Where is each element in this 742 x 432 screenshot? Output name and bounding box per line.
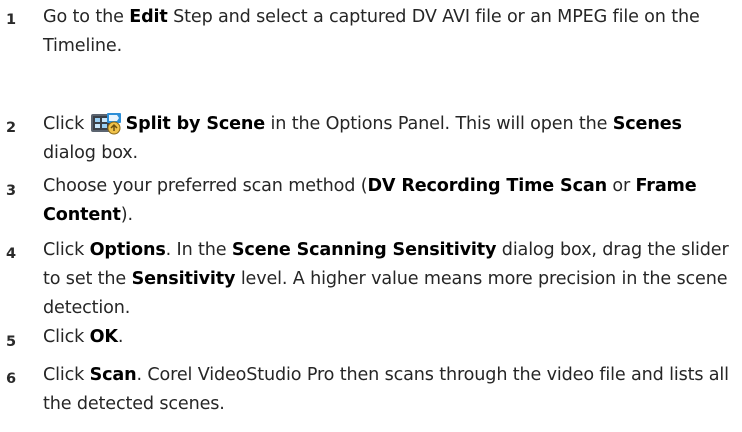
step-text: Click Split by Scene in the Options Pane… bbox=[43, 110, 733, 168]
step-number: 3 bbox=[6, 183, 17, 199]
sensitivity-label: Sensitivity bbox=[131, 269, 236, 289]
step-text: Click OK. bbox=[43, 327, 124, 347]
options-label: Options bbox=[89, 240, 166, 260]
split-by-scene-label: Split by Scene bbox=[125, 114, 266, 134]
step-text: Click Scan. Corel VideoStudio Pro then s… bbox=[43, 365, 729, 414]
step-number: 5 bbox=[6, 334, 17, 350]
step-number: 2 bbox=[6, 120, 17, 136]
edit-step-label: Edit bbox=[129, 7, 168, 27]
scene-scanning-sensitivity-label: Scene Scanning Sensitivity bbox=[231, 240, 497, 260]
step-number: 6 bbox=[6, 371, 17, 387]
ok-label: OK bbox=[89, 327, 118, 347]
split-by-scene-icon bbox=[90, 111, 122, 135]
step-text: Go to the Edit Step and select a capture… bbox=[43, 7, 700, 56]
scan-label: Scan bbox=[89, 365, 137, 385]
step-number: 1 bbox=[6, 12, 17, 28]
step-number: 4 bbox=[6, 246, 17, 262]
step-text: Choose your preferred scan method (DV Re… bbox=[43, 176, 697, 225]
dv-recording-time-scan-label: DV Recording Time Scan bbox=[367, 176, 607, 196]
step-text: Click Options. In the Scene Scanning Sen… bbox=[43, 240, 729, 318]
scenes-dialog-label: Scenes bbox=[612, 114, 682, 134]
